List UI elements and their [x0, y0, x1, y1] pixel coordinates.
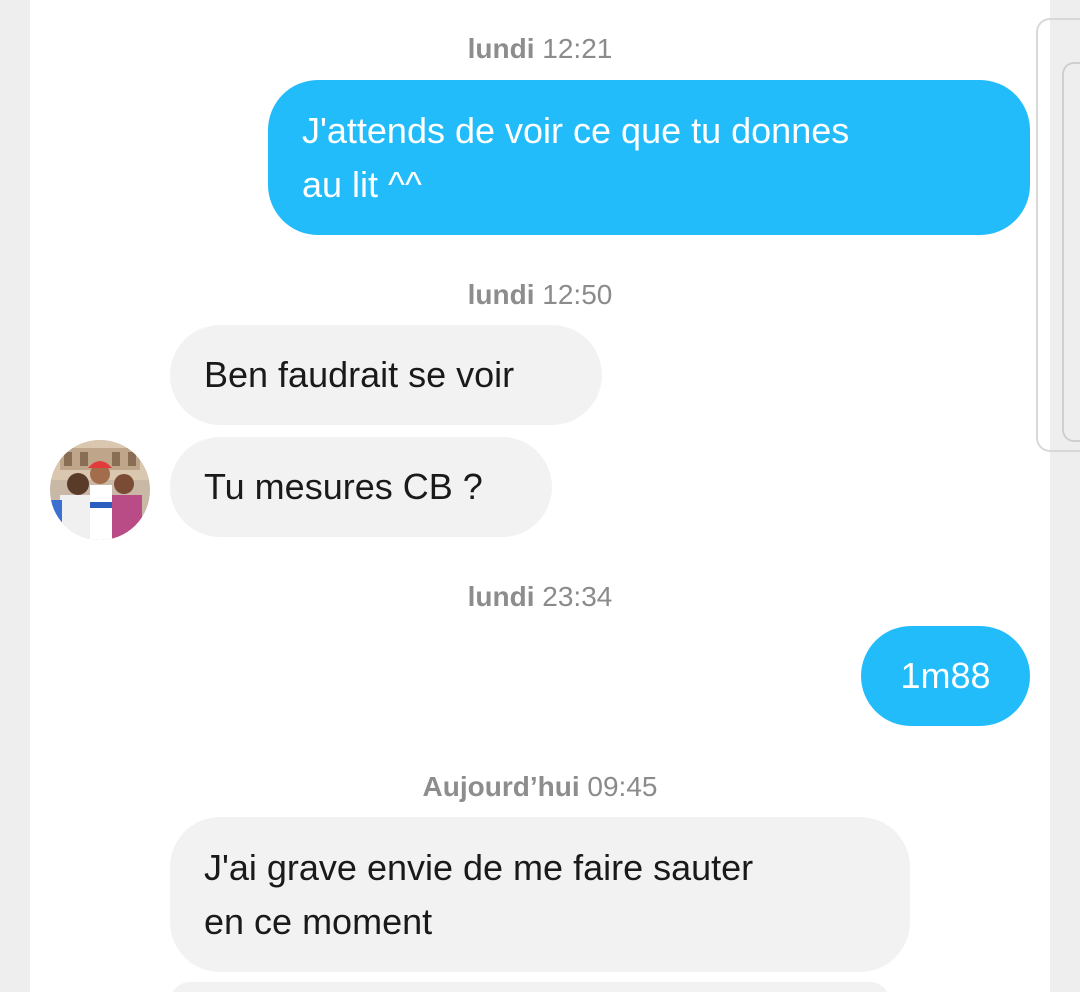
scrollbar[interactable]	[1036, 18, 1080, 452]
message-text-line: au lit ^^	[302, 163, 422, 205]
scrollbar-thumb[interactable]	[1062, 62, 1080, 442]
message-text-line: J'attends de voir ce que tu donnes	[302, 109, 850, 151]
timestamp-divider: lundi 23:34	[0, 580, 1080, 614]
contact-avatar-photo-icon	[50, 440, 150, 540]
sent-message-bubble[interactable]: 1m88	[861, 626, 1030, 726]
message-text-line: J'ai grave envie de me faire sauter	[204, 846, 754, 888]
timestamp-divider: lundi 12:50	[0, 278, 1080, 312]
received-message-bubble[interactable]: J'ai grave envie de me faire sauter en c…	[170, 817, 910, 972]
message-text-line: Tu mesures CB ?	[204, 466, 483, 507]
timestamp-time: 12:50	[542, 279, 613, 310]
timestamp-time: 23:34	[542, 581, 613, 612]
timestamp-divider: Aujourd’hui 09:45	[0, 770, 1080, 804]
sent-message-bubble[interactable]: J'attends de voir ce que tu donnes au li…	[268, 80, 1030, 235]
message-text-line: en ce moment	[204, 900, 433, 942]
message-text-line: Ben faudrait se voir	[204, 354, 515, 395]
timestamp-time: 09:45	[587, 771, 658, 802]
timestamp-divider: lundi 12:21	[0, 32, 1080, 66]
message-text-line: 1m88	[900, 655, 991, 696]
timestamp-day: Aujourd’hui	[422, 771, 580, 802]
received-message-bubble[interactable]: Ben faudrait se voir	[170, 325, 602, 425]
chat-screen: lundi 12:21 J'attends de voir ce que tu …	[0, 0, 1080, 992]
timestamp-day: lundi	[467, 279, 535, 310]
received-message-bubble[interactable]: Tu mesures CB ?	[170, 437, 552, 537]
received-message-bubble-partial[interactable]	[170, 982, 890, 992]
timestamp-day: lundi	[467, 581, 535, 612]
timestamp-time: 12:21	[542, 33, 613, 64]
contact-avatar[interactable]	[50, 440, 150, 540]
timestamp-day: lundi	[467, 33, 535, 64]
